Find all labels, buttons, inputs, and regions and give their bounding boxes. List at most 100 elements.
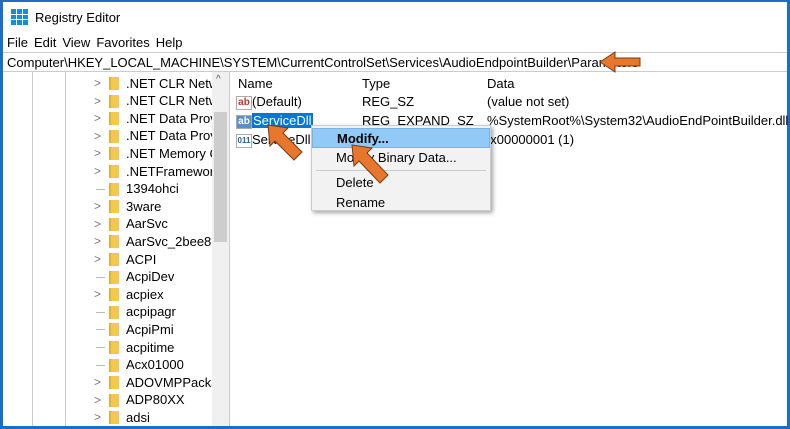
tree-item[interactable]: > acpiex <box>3 285 215 303</box>
address-bar[interactable]: Computer\HKEY_LOCAL_MACHINE\SYSTEM\Curre… <box>3 52 787 72</box>
folder-icon <box>109 376 119 390</box>
tree-item-label: ACPI <box>126 251 157 267</box>
title-bar: Registry Editor <box>3 2 787 32</box>
tree-item[interactable]: acpitime <box>3 338 215 356</box>
folder-icon <box>109 129 119 143</box>
folder-icon <box>109 393 119 407</box>
chevron-right-icon[interactable]: > <box>94 199 101 213</box>
tree-item-label: .NET CLR Netwo <box>126 75 226 91</box>
folder-icon <box>109 165 119 178</box>
column-header-data[interactable]: Data <box>487 76 514 94</box>
context-menu: Modify... Modify Binary Data... Delete R… <box>311 125 491 211</box>
tree-item[interactable]: > AarSvc_2bee8 <box>3 232 215 250</box>
tree-item-label: acpipagr <box>126 304 176 320</box>
tree-item[interactable]: > ADP80XX <box>3 391 215 409</box>
chevron-right-icon[interactable]: > <box>94 164 101 178</box>
tree-item-label: .NET Data Provi <box>126 128 220 144</box>
tree-item-label: AarSvc_2bee8 <box>126 233 212 249</box>
value-row[interactable]: ab (Default) REG_SZ (value not set) <box>231 94 787 112</box>
tree-item-label: AcpiPmi <box>126 321 174 337</box>
tree-connector <box>96 311 105 313</box>
value-name: (Default) <box>252 94 302 109</box>
folder-icon <box>109 270 119 284</box>
value-data: %SystemRoot%\System32\AudioEndPointBuild… <box>487 113 789 128</box>
tree-item-label: ADP80XX <box>126 392 185 408</box>
menu-help[interactable]: Help <box>156 35 183 50</box>
tree-scrollbar[interactable]: ^ <box>212 72 229 426</box>
menu-bar: File Edit View Favorites Help <box>3 32 787 52</box>
menu-view[interactable]: View <box>62 35 90 50</box>
chevron-right-icon[interactable]: > <box>94 234 101 248</box>
chevron-right-icon[interactable]: > <box>94 129 101 143</box>
menu-item-delete[interactable]: Delete <box>312 173 490 193</box>
tree-connector <box>96 329 105 331</box>
folder-icon <box>109 112 119 126</box>
tree-item[interactable]: >3ware <box>3 197 215 215</box>
value-type: REG_SZ <box>362 94 415 109</box>
string-value-icon: ab <box>236 114 252 129</box>
tree-item-label: Acx01000 <box>126 357 184 373</box>
tree-item-label: .NET Memory C <box>126 145 219 161</box>
chevron-right-icon[interactable]: > <box>94 252 101 266</box>
tree-item-label: 1394ohci <box>126 181 179 197</box>
tree-item[interactable]: > .NET Memory C <box>3 144 219 162</box>
chevron-right-icon[interactable]: > <box>94 287 101 301</box>
chevron-right-icon[interactable]: > <box>94 76 101 90</box>
tree-item-label: .NET Data Provi <box>126 110 220 126</box>
folder-icon <box>109 182 119 196</box>
tree-item[interactable]: AcpiDev <box>3 268 215 286</box>
tree-item[interactable]: Acx01000 <box>3 356 215 374</box>
tree-item[interactable]: > adsi <box>3 408 215 426</box>
tree-item[interactable]: > .NETFramework <box>3 162 221 180</box>
tree-item-label: acpitime <box>126 339 175 355</box>
tree-item[interactable]: acpipagr <box>3 303 215 321</box>
folder-icon <box>109 235 119 249</box>
tree-item[interactable]: > .NET Data Provi <box>3 127 220 145</box>
chevron-right-icon[interactable]: > <box>94 94 101 108</box>
chevron-right-icon[interactable]: > <box>94 393 101 407</box>
chevron-right-icon[interactable]: > <box>94 410 101 424</box>
tree-item[interactable]: > ACPI <box>3 250 215 268</box>
menu-item-rename[interactable]: Rename <box>312 193 490 213</box>
registry-editor-icon <box>11 9 28 25</box>
folder-icon <box>109 94 119 108</box>
window-title: Registry Editor <box>35 9 121 25</box>
chevron-right-icon[interactable]: > <box>94 146 101 160</box>
folder-icon <box>109 411 119 425</box>
scrollbar-thumb[interactable] <box>214 112 227 242</box>
tree-item[interactable]: > .NET Data Provi <box>3 109 220 127</box>
chevron-right-icon[interactable]: > <box>94 111 101 125</box>
binary-value-icon: 011 <box>236 133 252 148</box>
folder-icon <box>109 77 119 90</box>
column-header-name[interactable]: Name <box>238 76 273 94</box>
folder-icon <box>109 147 119 161</box>
tree-item-label: AcpiDev <box>126 269 175 285</box>
menu-separator <box>316 170 486 171</box>
scroll-up-icon[interactable]: ^ <box>216 74 221 85</box>
tree-item[interactable]: > .NET CLR Netwo <box>3 74 225 92</box>
tree-item[interactable]: AcpiPmi <box>3 320 215 338</box>
menu-item-modify[interactable]: Modify... <box>312 128 490 148</box>
tree-connector <box>96 276 105 278</box>
menu-item-modify-binary[interactable]: Modify Binary Data... <box>312 148 490 168</box>
menu-file[interactable]: File <box>7 35 28 50</box>
folder-icon <box>109 288 119 302</box>
tree-item[interactable]: > .NET CLR Netwo <box>3 92 225 110</box>
menu-edit[interactable]: Edit <box>34 35 56 50</box>
chevron-right-icon[interactable]: > <box>94 375 101 389</box>
column-header-type[interactable]: Type <box>362 76 390 94</box>
folder-icon <box>109 341 119 354</box>
chevron-right-icon[interactable]: > <box>94 217 101 231</box>
menu-favorites[interactable]: Favorites <box>96 35 149 50</box>
tree-item[interactable]: > AarSvc <box>3 215 215 233</box>
tree-item[interactable]: 1394ohci <box>3 180 215 198</box>
tree-connector <box>96 347 105 348</box>
value-data: (value not set) <box>487 94 570 109</box>
tree-item-label: ADOVMPPackag <box>126 374 226 390</box>
folder-icon <box>109 253 119 266</box>
folder-icon <box>109 358 119 372</box>
tree-connector <box>96 364 105 366</box>
tree-item[interactable]: > ADOVMPPackag <box>3 373 226 391</box>
folder-icon <box>109 217 119 231</box>
tree-item-label: 3ware <box>126 198 162 214</box>
